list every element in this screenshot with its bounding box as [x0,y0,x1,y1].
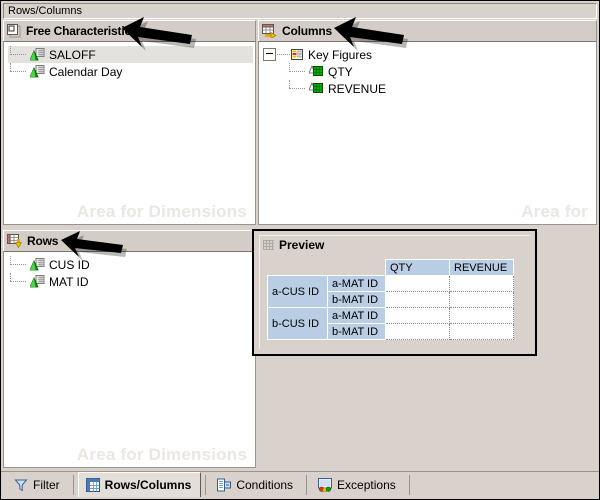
watermark-free-characteristics: Area for Dimensions [77,202,247,222]
panel-body-free-characteristics[interactable]: SALOFF Calendar Day Area for [3,41,256,225]
tab-label: Rows/Columns [105,478,192,492]
tree-free-characteristics: SALOFF Calendar Day [8,46,253,80]
bottom-tab-bar: Filter Rows/Columns [1,471,599,499]
tree-item-label: MAT ID [49,275,89,289]
key-figure-icon [309,82,324,95]
collapse-expander-icon[interactable] [263,48,276,61]
conditions-icon [217,478,231,492]
tree-rows: CUS ID MAT ID [8,256,253,290]
preview-table: QTY REVENUE a-CUS ID a-MAT ID b-MAT ID [267,259,514,340]
preview-title: Preview [279,238,324,252]
row-header-group: b-CUS ID [268,308,328,340]
corner-cell [328,260,386,276]
data-cell [450,276,514,292]
panel-rows: Rows CUS ID [3,230,256,468]
tree-item-saloff[interactable]: SALOFF [8,46,253,63]
tab-conditions[interactable]: Conditions [210,474,302,496]
panel-title-free-characteristics: Free Characteristics [26,24,137,38]
tree-columns: Key Figures QTY [263,46,594,97]
characteristic-icon [30,48,45,62]
characteristic-icon [30,258,45,272]
characteristic-icon [30,275,45,289]
preview-grid-icon [263,240,274,250]
table-row: b-CUS ID a-MAT ID [268,308,514,324]
data-cell [450,324,514,340]
table-row: a-CUS ID a-MAT ID [268,276,514,292]
tab-label: Conditions [236,478,293,492]
free-characteristics-icon [7,24,21,38]
tree-item-cus-id[interactable]: CUS ID [8,256,253,273]
key-figures-icon [291,48,304,61]
tab-separator [73,475,74,495]
watermark-columns: Area for [521,202,588,222]
key-figure-icon [309,65,324,78]
tab-separator [205,475,206,495]
data-cell [386,324,450,340]
table-header-row: QTY REVENUE [268,260,514,276]
window-title-bar: Rows/Columns [3,3,597,19]
tree-item-mat-id[interactable]: MAT ID [8,273,253,290]
tree-item-label: Calendar Day [49,65,122,79]
panel-header-rows[interactable]: Rows [3,230,256,251]
tab-label: Filter [33,478,60,492]
row-header-sub: a-MAT ID [328,308,386,324]
column-header-qty: QTY [386,260,450,276]
tree-item-revenue[interactable]: REVENUE [263,80,594,97]
tab-separator [409,475,410,495]
tab-separator [306,475,307,495]
tab-label: Exceptions [337,478,396,492]
preview-header: Preview [260,236,530,254]
exceptions-icon [318,478,332,492]
corner-cell [268,260,328,276]
rows-columns-window: Rows/Columns Free Characteristics [0,0,600,500]
data-cell [386,292,450,308]
tree-item-label: REVENUE [328,82,386,96]
row-header-sub: b-MAT ID [328,292,386,308]
panel-columns: Columns [258,20,597,225]
preview-inner: Preview QTY REVENUE a-CUS ID a-MAT ID [259,235,530,349]
panel-free-characteristics: Free Characteristics SALOFF [3,20,256,225]
column-header-revenue: REVENUE [450,260,514,276]
tree-item-qty[interactable]: QTY [263,63,594,80]
tree-item-key-figures[interactable]: Key Figures [263,46,594,63]
characteristic-icon [30,65,45,79]
data-cell [450,292,514,308]
preview-window: Preview QTY REVENUE a-CUS ID a-MAT ID [252,229,537,356]
data-cell [450,308,514,324]
data-cell [386,276,450,292]
row-header-sub: a-MAT ID [328,276,386,292]
row-header-group: a-CUS ID [268,276,328,308]
data-cell [386,308,450,324]
panel-header-free-characteristics[interactable]: Free Characteristics [3,20,256,41]
tree-item-label: CUS ID [49,258,90,272]
columns-icon [262,24,277,38]
row-header-sub: b-MAT ID [328,324,386,340]
tree-item-calendar-day[interactable]: Calendar Day [8,63,253,80]
panel-header-columns[interactable]: Columns [258,20,597,41]
tab-filter[interactable]: Filter [7,474,69,496]
panel-body-columns[interactable]: Key Figures QTY [258,41,597,225]
panel-title-columns: Columns [282,24,332,38]
tab-rows-columns[interactable]: Rows/Columns [78,472,202,497]
tab-exceptions[interactable]: Exceptions [311,474,405,496]
panel-title-rows: Rows [27,234,58,248]
tree-item-label: Key Figures [308,48,372,62]
watermark-rows: Area for Dimensions [77,445,247,465]
tree-item-label: SALOFF [49,48,96,62]
filter-funnel-icon [14,478,28,492]
rows-columns-grid-icon [86,478,100,492]
rows-icon [7,234,22,248]
window-title: Rows/Columns [8,5,82,17]
tree-item-label: QTY [328,65,353,79]
panel-body-rows[interactable]: CUS ID MAT ID Area for Dimens [3,251,256,468]
